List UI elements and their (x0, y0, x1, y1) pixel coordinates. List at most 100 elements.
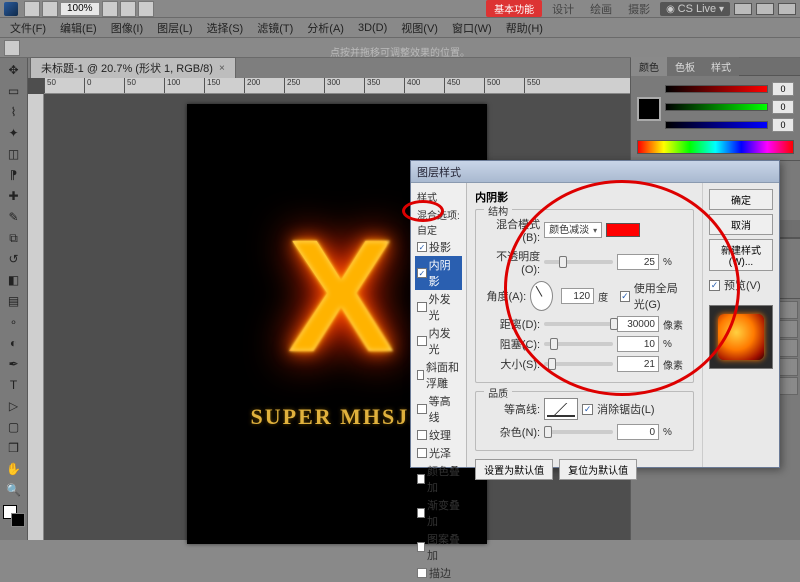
r-slider[interactable] (665, 85, 768, 93)
noise-input[interactable]: 0 (617, 424, 659, 440)
tab-color[interactable]: 颜色 (631, 57, 667, 76)
menu-image[interactable]: 图像(I) (105, 18, 149, 38)
angle-dial[interactable] (530, 281, 553, 311)
workspace-paint[interactable]: 绘画 (584, 0, 618, 18)
workspace-photo[interactable]: 摄影 (622, 0, 656, 18)
style-item-outerglow[interactable]: 外发光 (415, 290, 462, 324)
marquee-tool[interactable]: ▭ (3, 81, 25, 101)
g-value[interactable]: 0 (772, 100, 794, 114)
distance-input[interactable]: 30000 (617, 316, 659, 332)
screen-mode-icon[interactable] (138, 1, 154, 17)
new-style-button[interactable]: 新建样式(W)... (709, 239, 773, 271)
menu-select[interactable]: 选择(S) (201, 18, 250, 38)
tab-styles[interactable]: 样式 (703, 57, 739, 76)
stamp-tool[interactable]: ⧉ (3, 228, 25, 248)
style-item-texture[interactable]: 纹理 (415, 426, 462, 444)
style-item-bevel[interactable]: 斜面和浮雕 (415, 358, 462, 392)
choke-input[interactable]: 10 (617, 336, 659, 352)
shape-tool[interactable]: ▢ (3, 417, 25, 437)
eyedropper-tool[interactable]: ⁋ (3, 165, 25, 185)
style-item-stroke[interactable]: 描边 (415, 564, 462, 582)
menu-view[interactable]: 视图(V) (395, 18, 444, 38)
style-checkbox[interactable] (417, 302, 427, 312)
style-item-dropshadow[interactable]: ✓投影 (415, 238, 462, 256)
style-item-gradientoverlay[interactable]: 渐变叠加 (415, 496, 462, 530)
style-checkbox[interactable] (417, 430, 427, 440)
workspace-design[interactable]: 设计 (546, 0, 580, 18)
zoom-tool[interactable]: 🔍 (3, 480, 25, 500)
r-value[interactable]: 0 (772, 82, 794, 96)
b-value[interactable]: 0 (772, 118, 794, 132)
b-slider[interactable] (665, 121, 768, 129)
blur-tool[interactable]: ∘ (3, 312, 25, 332)
foreground-swatch[interactable] (637, 97, 661, 121)
type-tool[interactable]: T (3, 375, 25, 395)
shadow-color-chip[interactable] (606, 223, 640, 237)
lasso-tool[interactable]: ⌇ (3, 102, 25, 122)
style-checkbox[interactable] (417, 542, 425, 552)
hand-tool[interactable]: ✋ (3, 459, 25, 479)
size-input[interactable]: 21 (617, 356, 659, 372)
style-checkbox[interactable] (417, 474, 425, 484)
min-icon[interactable] (734, 3, 752, 15)
3d-tool[interactable]: ❒ (3, 438, 25, 458)
cancel-button[interactable]: 取消 (709, 214, 773, 235)
cslive-button[interactable]: ◉ CS Live ▾ (660, 2, 730, 16)
antialias-checkbox[interactable]: ✓ (582, 404, 593, 415)
style-checkbox[interactable]: ✓ (417, 268, 427, 278)
tab-close-icon[interactable]: × (219, 63, 225, 74)
gradient-tool[interactable]: ▤ (3, 291, 25, 311)
path-select-tool[interactable]: ▷ (3, 396, 25, 416)
wand-tool[interactable]: ✦ (3, 123, 25, 143)
set-default-button[interactable]: 设置为默认值 (475, 459, 553, 480)
workspace-chip[interactable]: 基本功能 (486, 0, 542, 17)
menu-filter[interactable]: 滤镜(T) (251, 18, 299, 38)
preview-checkbox[interactable]: ✓ (709, 280, 720, 291)
angle-input[interactable]: 120 (561, 288, 594, 304)
close-icon[interactable] (778, 3, 796, 15)
style-checkbox[interactable] (417, 336, 427, 346)
menu-edit[interactable]: 编辑(E) (54, 18, 103, 38)
blending-options[interactable]: 混合选项:自定 (415, 206, 462, 238)
tab-swatches[interactable]: 色板 (667, 57, 703, 76)
opacity-input[interactable]: 25 (617, 254, 659, 270)
opacity-slider[interactable] (544, 260, 613, 264)
size-slider[interactable] (544, 362, 613, 366)
heal-tool[interactable]: ✚ (3, 186, 25, 206)
distance-slider[interactable] (544, 322, 613, 326)
choke-slider[interactable] (544, 342, 613, 346)
restore-icon[interactable] (756, 3, 774, 15)
ok-button[interactable]: 确定 (709, 189, 773, 210)
pen-tool[interactable]: ✒ (3, 354, 25, 374)
style-checkbox[interactable] (417, 508, 425, 518)
noise-slider[interactable] (544, 430, 613, 434)
reset-default-button[interactable]: 复位为默认值 (559, 459, 637, 480)
style-checkbox[interactable] (417, 448, 427, 458)
document-tab[interactable]: 未标题-1 @ 20.7% (形状 1, RGB/8) × (30, 57, 236, 78)
menu-file[interactable]: 文件(F) (4, 18, 52, 38)
move-tool[interactable]: ✥ (3, 60, 25, 80)
arrange-icon[interactable] (120, 1, 136, 17)
g-slider[interactable] (665, 103, 768, 111)
bridge-icon[interactable] (24, 1, 40, 17)
style-checkbox[interactable]: ✓ (417, 242, 427, 252)
style-item-patternoverlay[interactable]: 图案叠加 (415, 530, 462, 564)
style-checkbox[interactable] (417, 568, 427, 578)
brush-tool[interactable]: ✎ (3, 207, 25, 227)
dialog-titlebar[interactable]: 图层样式 (411, 161, 779, 183)
global-light-checkbox[interactable]: ✓ (620, 291, 630, 302)
menu-analysis[interactable]: 分析(A) (301, 18, 350, 38)
style-item-coloroverlay[interactable]: 颜色叠加 (415, 462, 462, 496)
style-item-innershadow[interactable]: ✓内阴影 (415, 256, 462, 290)
style-item-satin[interactable]: 光泽 (415, 444, 462, 462)
menu-help[interactable]: 帮助(H) (500, 18, 549, 38)
contour-picker[interactable] (544, 398, 578, 420)
eraser-tool[interactable]: ◧ (3, 270, 25, 290)
dodge-tool[interactable]: ◐ (3, 333, 25, 353)
menu-3d[interactable]: 3D(D) (352, 20, 393, 36)
menu-window[interactable]: 窗口(W) (446, 18, 498, 38)
color-swatch[interactable] (3, 505, 25, 527)
zoom-select[interactable]: 100% (60, 2, 100, 16)
minibridge-icon[interactable] (42, 1, 58, 17)
blend-mode-select[interactable]: 颜色减淡 (544, 222, 602, 238)
